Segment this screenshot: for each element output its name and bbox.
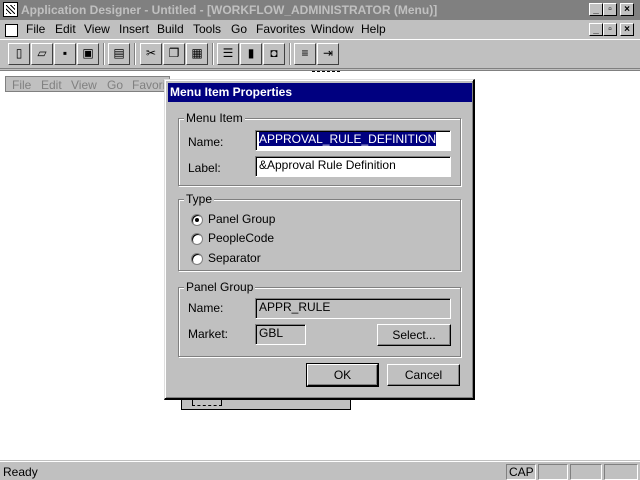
peoplecode-radio-label[interactable]: PeopleCode	[208, 231, 274, 245]
separator-radio[interactable]	[191, 253, 203, 265]
properties-icon: ☰	[222, 46, 234, 60]
insert-item-button[interactable]: ≡	[294, 43, 316, 65]
copy-button[interactable]: ❐	[163, 43, 185, 65]
market-field: GBL	[255, 324, 306, 345]
ok-button[interactable]: OK	[306, 363, 379, 387]
child-close-button[interactable]: ×	[620, 23, 634, 36]
app-icon[interactable]	[3, 2, 18, 17]
toolbar-separator	[289, 43, 291, 65]
properties-button[interactable]: ☰	[217, 43, 239, 65]
child-minimize-button[interactable]: _	[589, 23, 603, 36]
menu-edit[interactable]: Edit	[55, 22, 76, 36]
name-label: Name:	[188, 135, 224, 149]
type-legend: Type	[184, 192, 215, 206]
project-button[interactable]: ▮	[240, 43, 262, 65]
new-icon: ▯	[15, 46, 23, 60]
restore-button[interactable]: ▫	[603, 3, 617, 16]
save-all-button[interactable]: ▣	[77, 43, 99, 65]
market-label: Market:	[188, 327, 229, 341]
menu-item-properties-dialog: Menu Item Properties Menu Item Name: APP…	[164, 79, 475, 400]
insert-item-icon: ≡	[301, 46, 309, 60]
validate-button[interactable]: ◘	[263, 43, 285, 65]
panel-group-radio[interactable]	[191, 214, 203, 226]
toolbar: ▯ ▱ ▪ ▣ ▤ ✂ ❐ ▦ ☰ ▮ ◘ ≡ ⇥	[0, 39, 640, 69]
child-restore-button[interactable]: ▫	[603, 23, 617, 36]
menu-build[interactable]: Build	[157, 22, 184, 36]
menu-help[interactable]: Help	[361, 22, 386, 36]
open-icon: ▱	[37, 46, 47, 60]
menu-item-group: Menu Item Name: APPROVAL_RULE_DEFINITION…	[178, 111, 461, 186]
scroll-indicator	[570, 464, 602, 480]
window-title: Application Designer - Untitled - [WORKF…	[21, 3, 438, 17]
save-all-icon: ▣	[82, 46, 94, 60]
panel-name-label: Name:	[188, 301, 224, 315]
menu-bar: File Edit View Insert Build Tools Go Fav…	[0, 20, 640, 39]
menu-go[interactable]: Go	[231, 22, 247, 36]
minimize-button[interactable]: _	[589, 3, 603, 16]
validate-icon: ◘	[270, 46, 278, 60]
open-button[interactable]: ▱	[31, 43, 53, 65]
type-group: Type Panel Group PeopleCode Separator	[178, 192, 461, 271]
menu-item-placeholder[interactable]	[192, 400, 222, 406]
panel-group-radio-label[interactable]: Panel Group	[208, 212, 275, 226]
menu-item-legend: Menu Item	[184, 111, 245, 125]
name-value: APPROVAL_RULE_DEFINITION	[259, 132, 437, 146]
menu-view[interactable]: View	[84, 22, 110, 36]
preview-menu-go[interactable]: Go	[107, 78, 123, 92]
toolbar-separator	[212, 43, 214, 65]
menu-favorites[interactable]: Favorites	[256, 22, 305, 36]
menu-drop-indicator	[312, 71, 340, 77]
cut-button[interactable]: ✂	[140, 43, 162, 65]
panel-group-legend: Panel Group	[184, 280, 256, 294]
panel-name-field: APPR_RULE	[255, 298, 451, 319]
status-bar: Ready CAP	[0, 461, 640, 480]
paste-button[interactable]: ▦	[186, 43, 208, 65]
label-label: Label:	[188, 161, 221, 175]
separator-radio-label[interactable]: Separator	[208, 251, 261, 265]
panel-group-group: Panel Group Name: APPR_RULE Market: GBL …	[178, 280, 461, 357]
toolbar-separator	[134, 43, 136, 65]
select-button[interactable]: Select...	[377, 324, 451, 346]
close-button[interactable]: ×	[620, 3, 634, 16]
title-bar: Application Designer - Untitled - [WORKF…	[0, 0, 640, 20]
preview-menu-file[interactable]: File	[12, 78, 31, 92]
document-icon[interactable]	[3, 22, 19, 37]
caps-indicator: CAP	[506, 464, 536, 480]
overwrite-indicator	[604, 464, 638, 480]
project-icon: ▮	[247, 46, 255, 60]
peoplecode-radio[interactable]	[191, 233, 203, 245]
new-button[interactable]: ▯	[8, 43, 30, 65]
cut-icon: ✂	[145, 46, 157, 60]
cancel-button[interactable]: Cancel	[387, 364, 460, 386]
toolbar-separator	[103, 43, 105, 65]
status-text: Ready	[3, 465, 38, 479]
save-icon: ▪	[62, 46, 68, 60]
name-field[interactable]: APPROVAL_RULE_DEFINITION	[255, 130, 451, 151]
copy-icon: ❐	[168, 46, 180, 60]
print-icon: ▤	[113, 46, 125, 60]
paste-icon: ▦	[191, 46, 203, 60]
num-indicator	[538, 464, 568, 480]
preview-menu-view[interactable]: View	[71, 78, 97, 92]
print-button[interactable]: ▤	[108, 43, 130, 65]
label-field[interactable]: &Approval Rule Definition	[255, 156, 451, 177]
menu-insert[interactable]: Insert	[119, 22, 149, 36]
save-button[interactable]: ▪	[54, 43, 76, 65]
insert-bar-button[interactable]: ⇥	[317, 43, 339, 65]
menu-file[interactable]: File	[26, 22, 45, 36]
menu-tools[interactable]: Tools	[193, 22, 221, 36]
dialog-title: Menu Item Properties	[168, 83, 472, 102]
insert-bar-icon: ⇥	[322, 46, 334, 60]
preview-menu-edit[interactable]: Edit	[41, 78, 62, 92]
menu-preview-bar[interactable]: File Edit View Go Favorit	[5, 76, 170, 92]
menu-window[interactable]: Window	[311, 22, 354, 36]
